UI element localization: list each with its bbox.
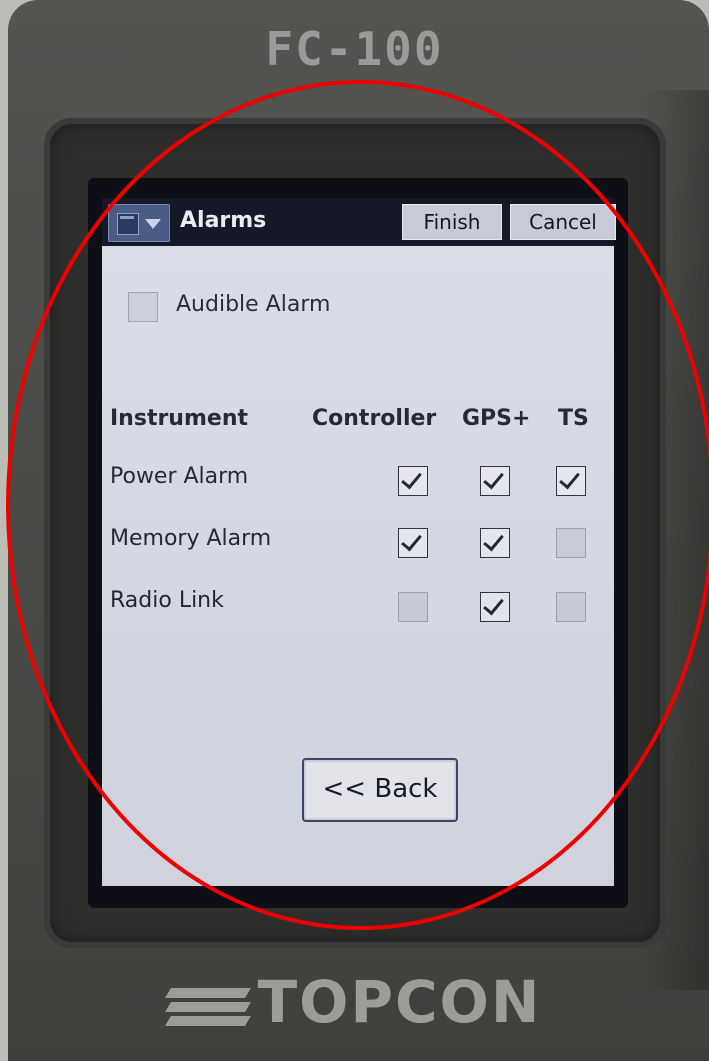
power-alarm-ts-checkbox[interactable] (556, 466, 586, 496)
power-alarm-controller-checkbox[interactable] (398, 466, 428, 496)
radio-link-ts-checkbox[interactable] (556, 592, 586, 622)
title-bar: Alarms Finish Cancel (102, 198, 616, 246)
header-ts: TS (558, 406, 589, 431)
window-icon (117, 213, 139, 235)
header-controller: Controller (312, 406, 437, 431)
audible-alarm-checkbox[interactable] (128, 292, 158, 322)
alarms-panel: Audible Alarm Instrument Controller GPS+… (102, 246, 614, 886)
memory-alarm-controller-checkbox[interactable] (398, 528, 428, 558)
row-label-memory-alarm: Memory Alarm (110, 526, 272, 551)
radio-link-gps-checkbox[interactable] (480, 592, 510, 622)
brand-name: TOPCON (257, 968, 542, 1036)
device-screen: Alarms Finish Cancel Audible Alarm Instr… (88, 178, 628, 908)
table-row: Radio Link (102, 580, 614, 626)
dropdown-arrow-icon (145, 219, 161, 229)
brand-logo: TOPCON (0, 968, 709, 1036)
table-header-row: Instrument Controller GPS+ TS (102, 396, 614, 442)
finish-button[interactable]: Finish (402, 204, 502, 240)
header-gps: GPS+ (462, 406, 531, 431)
topcon-logo-icon (164, 984, 251, 1028)
audible-alarm-label: Audible Alarm (176, 292, 331, 317)
start-menu-button[interactable] (108, 204, 170, 242)
back-button[interactable]: << Back (302, 758, 458, 822)
row-label-radio-link: Radio Link (110, 588, 224, 613)
table-row: Power Alarm (102, 456, 614, 502)
device-model-label: FC-100 (265, 22, 444, 76)
table-row: Memory Alarm (102, 518, 614, 564)
header-instrument: Instrument (110, 406, 248, 431)
audible-alarm-row: Audible Alarm (102, 282, 614, 328)
radio-link-controller-checkbox[interactable] (398, 592, 428, 622)
memory-alarm-ts-checkbox[interactable] (556, 528, 586, 558)
page-title: Alarms (180, 208, 267, 233)
power-alarm-gps-checkbox[interactable] (480, 466, 510, 496)
memory-alarm-gps-checkbox[interactable] (480, 528, 510, 558)
row-label-power-alarm: Power Alarm (110, 464, 249, 489)
cancel-button[interactable]: Cancel (510, 204, 616, 240)
